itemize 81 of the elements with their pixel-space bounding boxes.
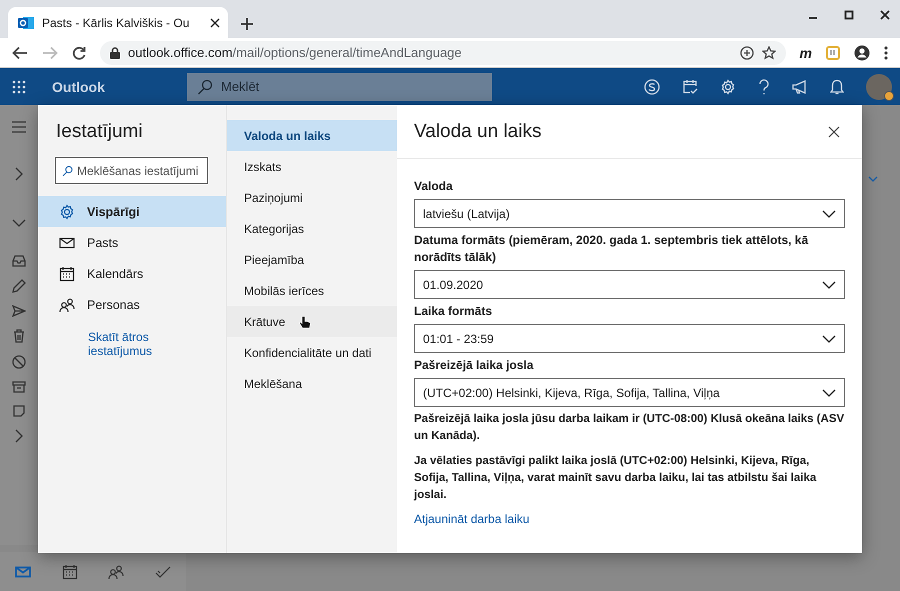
note-icon[interactable] <box>13 405 25 417</box>
add-circle-icon[interactable] <box>740 46 754 60</box>
calendar-check-icon[interactable] <box>682 78 698 94</box>
subnav-item[interactable]: Meklēšana <box>227 368 397 399</box>
menu-icon[interactable] <box>884 46 888 60</box>
search-field[interactable]: Meklēšanas iestatījumi <box>55 157 208 184</box>
gear-icon <box>59 204 75 220</box>
address-bar[interactable]: outlook.office.com/mail/options/general/timeAndLanguage <box>100 40 786 64</box>
close-icon <box>828 126 840 138</box>
dialog-title: Iestatījumi <box>56 121 144 143</box>
archive-icon[interactable] <box>12 381 26 393</box>
maximize-icon[interactable] <box>844 10 854 20</box>
info-text: Pašreizējā laika josla jūsu darba laikam ir (UTC-08:00) Klusā okeāna laiks (ASV un Kanāda). <box>414 412 845 444</box>
info-text: Ja vēlaties pastāvīgi palikt laika joslā (UTC+02:00) Helsinki, Kijeva, Rīga, Sofija, Tallina, Viļņa, varat mainīt savu darba laiku, lai tas atbilstu šai laika joslai. <box>414 454 818 503</box>
outlook-icon <box>18 14 34 30</box>
subnav-item[interactable]: Pieejamība <box>227 244 397 275</box>
app-launcher-icon[interactable] <box>12 80 26 94</box>
panel-title: Valoda un laiks <box>414 120 542 142</box>
category-item[interactable]: Kalendārs <box>38 258 226 289</box>
search-icon[interactable] <box>197 78 213 94</box>
search-field[interactable]: Meklēt <box>187 72 492 100</box>
calendar-icon <box>59 266 75 282</box>
search-placeholder: Meklēt <box>221 79 260 94</box>
subnav-item[interactable]: Kategorijas <box>227 213 397 244</box>
dropdown[interactable]: 01:01 - 23:59 <box>414 324 845 353</box>
url-text: outlook.office.com/mail/options/general/timeAndLanguage <box>128 45 462 60</box>
chevron-down-icon[interactable] <box>822 280 836 288</box>
field-label: Laika formāts <box>414 303 494 320</box>
subnav-item[interactable]: Krātuve <box>227 306 397 337</box>
inbox-icon[interactable] <box>12 255 26 267</box>
category-item[interactable]: Personas <box>38 289 226 320</box>
subnav-item[interactable]: Mobilās ierīces <box>227 275 397 306</box>
subnav-item[interactable]: Izskats <box>227 151 397 182</box>
send-icon[interactable] <box>12 305 26 317</box>
dropdown[interactable]: latviešu (Latvija) <box>414 199 845 228</box>
chevron-down-icon[interactable] <box>822 334 836 342</box>
trash-icon[interactable] <box>13 329 25 343</box>
subnav-item[interactable]: Valoda un laiks <box>227 120 397 151</box>
dropdown[interactable]: (UTC+02:00) Helsinki, Kijeva, Rīga, Sofija, Tallina, Viļņa <box>414 378 845 407</box>
subnav-item[interactable]: Konfidencialitāte un dati <box>227 337 397 368</box>
field-label: Pašreizējā laika josla <box>414 357 534 374</box>
extension-icon[interactable] <box>826 46 840 60</box>
pencil-icon[interactable] <box>12 279 26 293</box>
category-item[interactable]: Pasts <box>38 227 226 258</box>
tab-title: Pasts - Kārlis Kalviškis - Ou <box>42 16 190 30</box>
chevron-down-icon[interactable] <box>822 388 836 396</box>
reload-icon[interactable] <box>72 46 86 60</box>
subnav-item[interactable]: Paziņojumi <box>227 182 397 213</box>
chevron-right-icon[interactable] <box>15 429 23 443</box>
chevron-right-icon[interactable] <box>15 167 23 181</box>
checkmark-icon[interactable] <box>154 564 171 580</box>
extension-button[interactable]: m <box>800 44 812 60</box>
new-tab-icon[interactable] <box>240 17 254 31</box>
calendar-icon[interactable] <box>62 564 78 580</box>
update-link[interactable]: Atjaunināt darba laiku <box>414 512 530 526</box>
help-icon[interactable] <box>758 78 770 94</box>
browser-tab[interactable]: Pasts - Kārlis Kalviškis - Ou <box>8 7 228 38</box>
people-icon <box>59 296 75 312</box>
star-icon[interactable] <box>762 46 776 60</box>
skype-icon[interactable] <box>644 78 660 94</box>
hand-cursor-icon <box>299 314 312 328</box>
field-label: Valoda <box>414 178 454 195</box>
bell-icon[interactable] <box>830 78 844 94</box>
close-button[interactable] <box>826 124 842 140</box>
megaphone-icon[interactable] <box>792 78 808 94</box>
lock-icon <box>110 46 120 58</box>
category-item[interactable]: Vispārīgi <box>38 196 226 227</box>
app-name[interactable]: Outlook <box>38 78 187 94</box>
status-badge <box>884 90 894 100</box>
chevron-down-icon[interactable] <box>822 210 836 218</box>
settings-icon[interactable] <box>720 78 736 94</box>
quick-settings-link[interactable]: Skatīt ātros iestatījumus <box>88 330 198 358</box>
block-icon[interactable] <box>12 355 26 369</box>
avatar[interactable] <box>866 74 892 100</box>
dropdown[interactable]: 01.09.2020 <box>414 270 845 299</box>
back-icon[interactable] <box>12 46 28 60</box>
close-icon[interactable] <box>880 10 890 20</box>
close-icon[interactable] <box>210 18 220 28</box>
people-icon[interactable] <box>108 564 124 580</box>
field-label: Datuma formāts (piemēram, 2020. gada 1. septembris tiek attēlots, kā norādīts tālāk) <box>414 232 810 266</box>
profile-icon[interactable] <box>854 44 870 60</box>
